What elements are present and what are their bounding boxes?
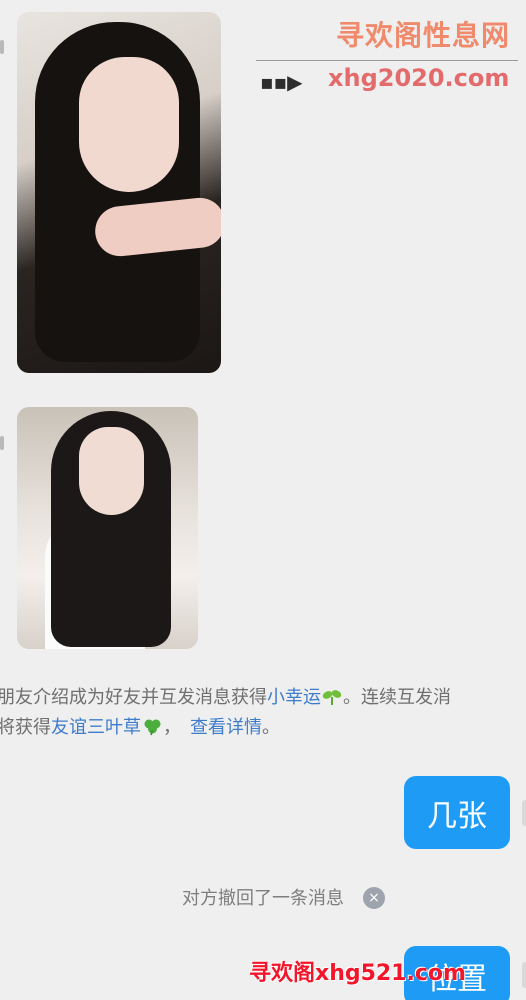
notice-line-2: 将获得友谊三叶草， 查看详情。 [0,717,280,738]
clover-icon [144,719,161,736]
notice-line-1: 朋友介绍成为好友并互发消息获得小幸运 。连续互发消 [0,687,451,708]
system-notice: 朋友介绍成为好友并互发消息获得小幸运 。连续互发消 将获得友谊三叶草， 查看详情。 [0,683,526,743]
arrow-icon: ▪▪▶ [260,70,303,94]
received-photo[interactable] [17,12,221,373]
sent-message-bubble[interactable]: 几张 [404,776,510,849]
watermark-logo: 寻欢阁性息网 ▪▪▶ xhg2020.com [250,8,522,98]
avatar[interactable] [522,962,526,988]
watermark-divider [256,60,518,61]
avatar[interactable] [522,800,526,826]
recall-notice: 对方撤回了一条消息 [182,888,344,909]
left-edge-marker [0,436,4,450]
close-icon[interactable]: × [363,887,385,909]
watermark-bottom: 寻欢阁xhg521.com [249,961,466,986]
view-details-link[interactable]: 查看详情 [190,717,262,738]
received-photo[interactable] [17,407,198,649]
watermark-title: 寻欢阁性息网 [335,19,510,52]
sprout-icon [322,690,342,705]
lucky-link[interactable]: 小幸运 [267,687,321,708]
left-edge-marker [0,40,4,54]
clover-link[interactable]: 友谊三叶草 [51,717,141,738]
watermark-url: xhg2020.com [328,64,510,92]
